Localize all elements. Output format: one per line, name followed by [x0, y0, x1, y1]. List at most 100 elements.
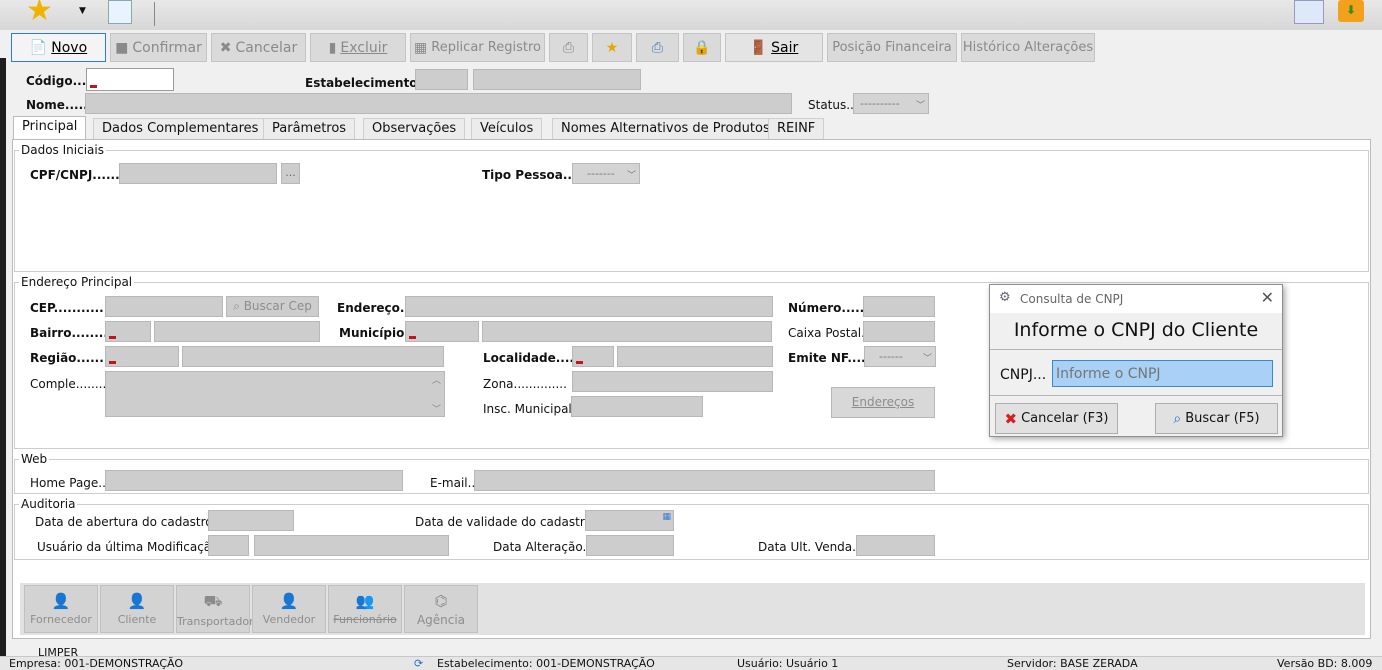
- tab-veiculos[interactable]: Veículos: [471, 118, 543, 139]
- nome-input[interactable]: [85, 93, 792, 114]
- tab-dados-complementares[interactable]: Dados Complementares: [93, 118, 268, 139]
- search-cep-icon: ⌕: [233, 299, 240, 313]
- zona-label: Zona..............: [483, 377, 567, 391]
- download-icon[interactable]: ⬇: [1338, 0, 1364, 22]
- funcionario-label: Funcionário: [333, 613, 397, 626]
- comple-textarea[interactable]: ︿ ﹀: [105, 371, 445, 417]
- insc-municipal-input[interactable]: [571, 396, 703, 417]
- home-page-input[interactable]: [105, 470, 403, 491]
- bairro-name-field[interactable]: [154, 321, 320, 342]
- tab-reinf[interactable]: REINF: [768, 118, 825, 139]
- tipo-pessoa-select[interactable]: ------- ﹀: [572, 163, 640, 184]
- usuario-mod-code-field[interactable]: [208, 535, 249, 556]
- excluir-button[interactable]: ▮ Excluir: [310, 33, 406, 62]
- print-button[interactable]: ⎙: [549, 33, 588, 62]
- endereco-input[interactable]: [405, 296, 773, 317]
- posicao-financeira-button[interactable]: Posição Financeira: [827, 33, 957, 62]
- agencia-button[interactable]: ⌬ Agência: [404, 585, 478, 633]
- transportador-button[interactable]: ⛟ Transportador: [176, 585, 254, 633]
- cep-input[interactable]: [105, 296, 223, 317]
- numero-input[interactable]: [863, 296, 935, 317]
- bairro-code-input[interactable]: [105, 321, 151, 342]
- fornecedor-label: Fornecedor: [30, 613, 92, 626]
- tab-observacoes[interactable]: Observações: [363, 118, 466, 139]
- printer-config-button[interactable]: ⎙: [636, 33, 679, 62]
- zona-input[interactable]: [572, 371, 773, 392]
- dialog-search-label: Buscar (F5): [1185, 411, 1260, 426]
- historico-label: Histórico Alterações: [962, 40, 1094, 55]
- scroll-down-icon[interactable]: ﹀: [432, 402, 441, 415]
- enderecos-button[interactable]: Endereços: [831, 387, 935, 418]
- localidade-code-input[interactable]: [572, 346, 614, 367]
- cancelar-button[interactable]: ✖ Cancelar: [211, 33, 306, 62]
- exit-icon: 🚪: [749, 39, 768, 56]
- tab-reinf-label: REINF: [777, 121, 816, 136]
- tab-principal[interactable]: Principal: [13, 116, 87, 140]
- dialog-cancel-button[interactable]: ✖ Cancelar (F3): [995, 403, 1118, 434]
- emite-nf-value: ------: [879, 350, 903, 363]
- regiao-code-input[interactable]: [105, 346, 179, 367]
- calendar-icon[interactable]: ▦: [662, 512, 671, 522]
- fornecedor-button[interactable]: 👤 Fornecedor: [24, 585, 98, 633]
- data-abertura-field[interactable]: [208, 510, 294, 531]
- close-icon[interactable]: ✕: [1261, 288, 1274, 307]
- email-input[interactable]: [474, 470, 935, 491]
- lock-button[interactable]: 🔒: [683, 33, 721, 62]
- document-list-icon[interactable]: [108, 0, 132, 24]
- emite-nf-select[interactable]: ------ ﹀: [864, 346, 936, 367]
- person-icon: 👤: [51, 592, 71, 610]
- status-select[interactable]: ---------- ﹀: [853, 93, 929, 114]
- endereco-label: Endereço...: [337, 301, 414, 315]
- print-icon: ⎙: [562, 39, 575, 56]
- usuario-mod-name-field[interactable]: [254, 535, 449, 556]
- status-estabelecimento: Estabelecimento: 001-DEMONSTRAÇÃO: [437, 657, 655, 670]
- cnpj-input[interactable]: [1052, 360, 1273, 387]
- tab-parametros[interactable]: Parâmetros: [263, 118, 356, 139]
- cancel-x-icon: ✖: [1004, 409, 1018, 428]
- historico-alteracoes-button[interactable]: Histórico Alterações: [961, 33, 1095, 62]
- localidade-name-field[interactable]: [617, 346, 773, 367]
- cliente-button[interactable]: 👤 Cliente: [100, 585, 174, 633]
- estabelecimento-code-field[interactable]: [415, 69, 468, 90]
- confirmar-button[interactable]: ■ Confirmar: [110, 33, 207, 62]
- vendedor-button[interactable]: 👤 Vendedor: [252, 585, 326, 633]
- resize-icon[interactable]: [1294, 0, 1324, 24]
- replicar-label: Replicar Registro: [431, 40, 541, 55]
- data-validade-label: Data de validade do cadastro: [415, 515, 592, 529]
- sair-button[interactable]: 🚪 Sair: [725, 33, 823, 62]
- novo-label: Novo: [51, 39, 88, 56]
- data-ult-venda-field[interactable]: [856, 535, 935, 556]
- funcionario-button[interactable]: 👥 Funcionário: [328, 585, 402, 633]
- codigo-input[interactable]: [86, 68, 174, 91]
- tab-nomes-alternativos[interactable]: Nomes Alternativos de Produtos: [552, 118, 779, 139]
- dropdown-arrow-icon[interactable]: ▼: [79, 6, 86, 16]
- cpf-cnpj-input[interactable]: [119, 163, 277, 184]
- caixa-postal-input[interactable]: [863, 321, 935, 342]
- status-value: ----------: [860, 97, 900, 110]
- refresh-icon[interactable]: ⟳: [414, 657, 423, 670]
- data-abertura-label: Data de abertura do cadastro: [35, 515, 213, 529]
- favorite-button[interactable]: ★: [592, 33, 632, 62]
- estabelecimento-name-field[interactable]: [473, 69, 641, 90]
- tab-principal-label: Principal: [22, 119, 78, 134]
- replicar-button[interactable]: ▦ Replicar Registro: [410, 33, 545, 62]
- data-alteracao-field[interactable]: [586, 535, 674, 556]
- vendedor-label: Vendedor: [262, 613, 316, 626]
- buscar-cep-button[interactable]: ⌕ Buscar Cep: [226, 296, 319, 317]
- numero-label: Número.......: [788, 301, 874, 315]
- novo-button[interactable]: 📄 Novo: [11, 33, 106, 62]
- star-icon[interactable]: ★: [26, 0, 53, 26]
- cancel-icon: ✖: [219, 39, 232, 56]
- dialog-search-button[interactable]: ⌕ Buscar (F5): [1155, 403, 1278, 434]
- municipio-code-input[interactable]: [405, 321, 479, 342]
- scroll-up-icon[interactable]: ︿: [432, 373, 441, 386]
- cep-label: CEP.............: [30, 301, 113, 315]
- data-validade-field[interactable]: ▦: [585, 510, 674, 531]
- web-title: Web: [19, 452, 50, 466]
- printer-config-icon: ⎙: [651, 39, 664, 56]
- municipio-name-field[interactable]: [482, 321, 772, 342]
- confirmar-label: Confirmar: [132, 39, 202, 56]
- regiao-name-field[interactable]: [182, 346, 444, 367]
- dialog-footer-separator: [990, 395, 1282, 396]
- cpf-cnpj-lookup-button[interactable]: ...: [281, 163, 300, 184]
